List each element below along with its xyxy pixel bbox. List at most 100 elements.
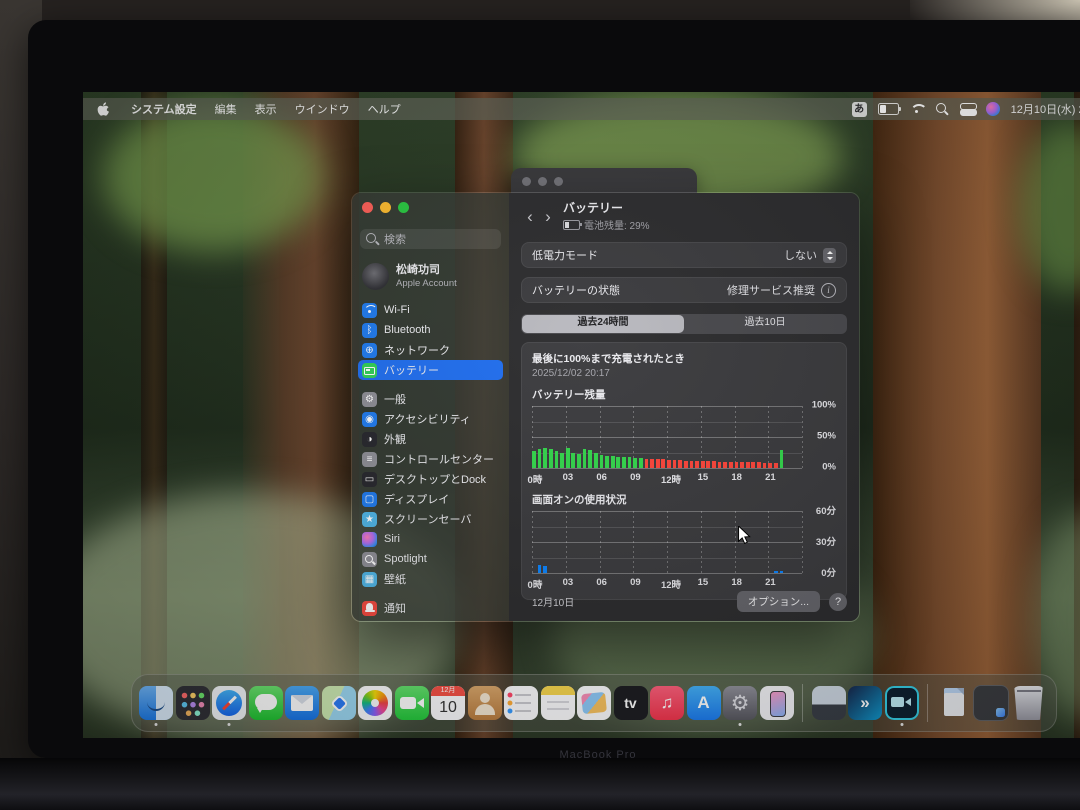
siri-icon	[362, 532, 377, 547]
wifi-status-icon[interactable]	[910, 104, 925, 115]
sidebar-item-wifi[interactable]: Wi-Fi	[358, 300, 503, 320]
dock-item-maps[interactable]	[322, 686, 356, 720]
photos-icon	[358, 686, 392, 720]
chart-bar	[543, 566, 547, 573]
menu-bar-clock[interactable]: 12月10日(水) 22:19	[1011, 101, 1080, 117]
chart-bar	[532, 451, 536, 468]
menu-item-編集[interactable]: 編集	[206, 101, 246, 117]
dock-item-finder[interactable]	[139, 686, 173, 720]
dock-item-documents[interactable]	[937, 686, 971, 720]
sidebar-item-bluetooth[interactable]: ᛒBluetooth	[358, 320, 503, 340]
dock-item-minimized-window[interactable]	[973, 685, 1009, 721]
general-icon: ⚙	[362, 392, 377, 407]
sidebar-item-label: Spotlight	[384, 553, 427, 565]
info-icon[interactable]: i	[821, 283, 836, 298]
minimize-icon[interactable]	[538, 177, 547, 186]
sidebar-item-screensaver[interactable]: ★スクリーンセーバ	[358, 509, 503, 529]
dock-item-settings-app[interactable]: ⚙	[723, 686, 757, 720]
siri-icon[interactable]	[986, 102, 1000, 116]
dock-item-mail[interactable]	[285, 686, 319, 720]
chart-bar	[538, 565, 542, 573]
search-input[interactable]: 検索	[360, 229, 501, 249]
low-power-mode-select[interactable]: しない	[784, 247, 836, 263]
chart-bar	[555, 451, 559, 468]
macbook-base	[0, 758, 1080, 810]
dock-item-screen-recorder[interactable]	[885, 686, 919, 720]
sidebar-item-spotlight[interactable]: Spotlight	[358, 549, 503, 569]
sidebar-item-appearance[interactable]: ◑外観	[358, 429, 503, 449]
dock-item-appstore[interactable]: A	[687, 686, 721, 720]
close-icon[interactable]	[362, 202, 373, 213]
sidebar-item-notifications[interactable]: 通知	[358, 598, 503, 618]
dock-item-iphone-mirroring[interactable]	[760, 686, 794, 720]
sidebar-item-accessibility[interactable]: ◉アクセシビリティ	[358, 409, 503, 429]
running-indicator	[900, 723, 903, 726]
options-button[interactable]: オプション...	[737, 591, 820, 612]
zoom-icon[interactable]	[398, 202, 409, 213]
apple-logo-icon[interactable]	[97, 102, 110, 117]
sidebar-item-siri[interactable]: Siri	[358, 529, 503, 549]
tab-過去10日[interactable]: 過去10日	[684, 315, 846, 333]
dock-item-calendar[interactable]: 12月10	[431, 686, 465, 720]
close-icon[interactable]	[522, 177, 531, 186]
forward-button[interactable]: ›	[539, 207, 557, 227]
chart-bar	[667, 460, 671, 468]
menu-item-ヘルプ[interactable]: ヘルプ	[359, 101, 410, 117]
dock-item-reminders[interactable]	[504, 686, 538, 720]
battery-health-value: 修理サービス推奨	[727, 282, 815, 298]
chart-x-axis: 0時03060912時151821	[532, 472, 802, 484]
search-icon[interactable]	[936, 103, 949, 116]
dock-divider	[802, 684, 803, 722]
page-title: バッテリー	[563, 201, 623, 215]
dock-item-filmora[interactable]: »	[848, 686, 882, 720]
dock-item-music[interactable]: ♫	[650, 686, 684, 720]
sidebar-item-battery[interactable]: バッテリー	[358, 360, 503, 380]
sidebar-item-control-center[interactable]: ≡コントロールセンター	[358, 449, 503, 469]
dock-item-tv[interactable]: tv	[614, 686, 648, 720]
settings-app-icon: ⚙	[723, 686, 757, 720]
menu-item-ウインドウ[interactable]: ウインドウ	[286, 101, 359, 117]
tab-過去24時間[interactable]: 過去24時間	[522, 315, 684, 333]
sidebar-item-general[interactable]: ⚙一般	[358, 389, 503, 409]
back-button[interactable]: ‹	[521, 207, 539, 227]
dock-item-launchpad[interactable]	[176, 686, 210, 720]
dock-item-photos[interactable]	[358, 686, 392, 720]
chart-x-axis: 0時03060912時151821	[532, 577, 802, 589]
dock-item-window-thumb[interactable]	[812, 686, 846, 720]
screen-recorder-icon	[885, 686, 919, 720]
control-center-icon[interactable]	[960, 103, 975, 116]
low-power-mode-row: 低電力モード しない	[521, 242, 847, 268]
control-center-icon: ≡	[362, 452, 377, 467]
input-method-icon[interactable]: あ	[852, 102, 867, 117]
chart-bar	[780, 450, 784, 468]
dock-item-facetime[interactable]	[395, 686, 429, 720]
macbook-screen: システム設定編集表示ウインドウヘルプ あ 12月10日(水) 22:19 動画編…	[83, 92, 1080, 738]
sidebar-item-sound[interactable]: サウンド	[358, 618, 503, 622]
minimize-icon[interactable]	[380, 202, 391, 213]
sidebar-item-display[interactable]: ▢ディスプレイ	[358, 489, 503, 509]
dock-item-notes[interactable]	[541, 686, 575, 720]
battery-status-icon[interactable]	[878, 103, 899, 115]
trash-icon	[1012, 686, 1046, 720]
dock-item-messages[interactable]	[249, 686, 283, 720]
chart-bar	[650, 459, 654, 468]
zoom-icon[interactable]	[554, 177, 563, 186]
dock-item-safari[interactable]	[212, 686, 246, 720]
dock-item-freeform[interactable]	[577, 686, 611, 720]
chart-bar	[774, 571, 778, 573]
sidebar-item-apple-account[interactable]: 松崎功司 Apple Account	[352, 259, 509, 300]
dock-item-trash[interactable]	[1012, 686, 1046, 720]
calendar-icon: 12月10	[431, 686, 465, 720]
chart-bar	[600, 455, 604, 468]
low-power-mode-label: 低電力モード	[532, 247, 598, 263]
help-button[interactable]: ?	[829, 593, 847, 611]
menu-item-システム設定[interactable]: システム設定	[122, 101, 206, 117]
sidebar-item-label: ディスプレイ	[384, 491, 449, 507]
sidebar-item-wallpaper[interactable]: ▦壁紙	[358, 569, 503, 589]
sidebar-item-dock[interactable]: ▭デスクトップとDock	[358, 469, 503, 489]
search-icon	[366, 233, 379, 246]
dock-item-contacts[interactable]	[468, 686, 502, 720]
menu-item-表示[interactable]: 表示	[246, 101, 286, 117]
chart-bar	[588, 450, 592, 468]
sidebar-item-network[interactable]: ⊕ネットワーク	[358, 340, 503, 360]
